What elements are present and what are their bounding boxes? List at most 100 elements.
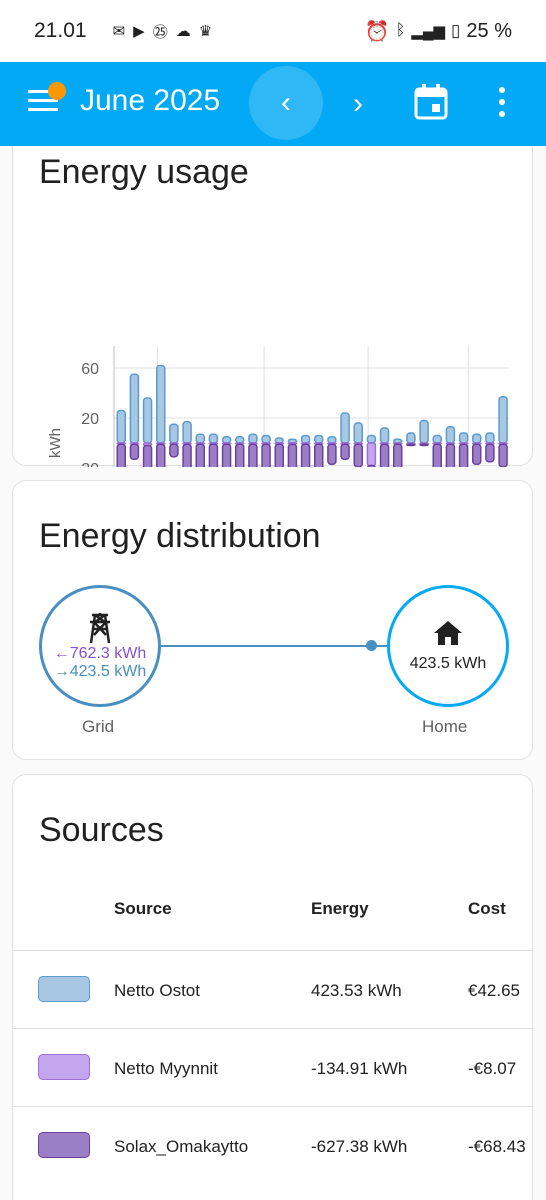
bar-netto-ostot	[366, 434, 377, 444]
table-row[interactable]: Netto Myynnit -134.91 kWh -€8.07	[13, 1028, 534, 1106]
column-cost[interactable]: Cost	[468, 899, 506, 919]
bar-netto-ostot	[458, 432, 469, 444]
source-name: Solax_Omakaytto	[114, 1137, 249, 1156]
alarm-icon: ⏰	[364, 20, 390, 43]
bar-netto-ostot	[155, 364, 166, 444]
bar-netto-ostot	[182, 421, 192, 444]
youtube-icon: ▶	[133, 23, 145, 40]
bar-solax-omakaytto	[419, 443, 429, 447]
grid-import-value: ←762.3 kWh	[53, 645, 147, 662]
grid-label: Grid	[82, 717, 115, 736]
source-color-swatch	[38, 976, 90, 1002]
bar-solax-omakaytto	[182, 443, 192, 467]
bar-netto-ostot	[327, 436, 337, 444]
bar-netto-ostot	[195, 433, 205, 444]
bar-solax-omakaytto	[261, 443, 271, 467]
bar-netto-ostot	[116, 409, 126, 444]
cloud-icon: ☁	[175, 23, 191, 40]
bar-netto-ostot	[221, 436, 232, 444]
calendar-icon	[414, 84, 448, 120]
bar-solax-omakaytto	[208, 443, 219, 467]
bar-netto-ostot	[234, 436, 245, 444]
flow-dot	[366, 640, 377, 651]
chevron-left-icon: ‹	[281, 86, 291, 119]
bar-netto-ostot	[208, 433, 219, 444]
bar-netto-ostot	[353, 422, 363, 444]
source-name: Netto Myynnit	[114, 1059, 218, 1078]
bar-solax-omakaytto	[274, 443, 284, 467]
sources-table-header: Source Energy Cost	[13, 895, 534, 950]
bar-solax-omakaytto	[458, 443, 469, 467]
signal-5g-icon: ▂▄▆	[411, 23, 446, 40]
bar-solax-omakaytto	[340, 443, 350, 460]
bar-solax-omakaytto	[327, 443, 337, 465]
bar-solax-omakaytto	[195, 443, 205, 467]
bar-netto-ostot	[471, 433, 482, 444]
bar-solax-omakaytto	[129, 443, 140, 460]
y-tick-label: 20	[81, 461, 99, 467]
sources-card: Sources Source Energy Cost Netto Ostot 4…	[12, 774, 534, 1200]
bar-solax-omakaytto	[432, 443, 442, 467]
bar-netto-ostot	[445, 426, 456, 444]
source-color-swatch	[38, 1054, 90, 1080]
dashboard-content: Energy usage 60202060kWhJun 1Jun 9Jun 17…	[0, 146, 546, 1200]
grid-node[interactable]: ←762.3 kWh →423.5 kWh	[39, 585, 161, 707]
bar-solax-omakaytto	[142, 444, 153, 467]
bar-solax-omakaytto	[116, 443, 126, 467]
source-cost: -€8.07	[468, 1059, 517, 1078]
y-axis-label: kWh	[47, 428, 64, 458]
crown-icon: ♛	[198, 23, 213, 40]
system-icons: ⏰ ᛒ ▂▄▆ ▯ 25 %	[365, 19, 512, 44]
bar-solax-omakaytto	[248, 443, 258, 467]
bar-netto-ostot	[142, 397, 153, 444]
notification-badge	[48, 82, 66, 100]
transmission-tower-icon	[89, 613, 111, 644]
energy-usage-chart[interactable]: 60202060kWhJun 1Jun 9Jun 17Jun 25	[13, 146, 534, 467]
battery-icon: ▯	[451, 21, 461, 40]
bar-netto-ostot	[498, 396, 508, 444]
y-tick-label: 60	[81, 361, 99, 378]
table-row[interactable]: Solax_Omakaytto -627.38 kWh -€68.43	[13, 1106, 534, 1184]
y-tick-label: 20	[81, 411, 99, 428]
bar-solax-omakaytto	[392, 443, 403, 467]
home-node[interactable]: 423.5 kWh	[387, 585, 509, 707]
sources-title: Sources	[39, 811, 164, 849]
next-period-button[interactable]: ›	[338, 84, 378, 124]
bar-netto-ostot	[129, 373, 140, 444]
bar-solax-omakaytto	[445, 443, 456, 467]
table-row[interactable]: Netto Ostot 423.53 kWh €42.65	[13, 950, 534, 1028]
previous-period-button[interactable]: ‹	[249, 66, 323, 140]
column-source[interactable]: Source	[114, 899, 172, 919]
badge-25-icon: ㉕	[152, 23, 168, 41]
bar-solax-omakaytto	[366, 464, 376, 467]
bar-netto-ostot	[432, 434, 442, 444]
bar-solax-omakaytto	[313, 443, 324, 467]
bar-netto-ostot	[169, 423, 179, 444]
bar-netto-ostot	[261, 434, 271, 444]
page-title: June 2025	[80, 84, 221, 117]
source-name: Netto Ostot	[114, 981, 200, 1000]
bar-solax-omakaytto	[353, 443, 363, 467]
battery-text: 25 %	[466, 19, 512, 42]
column-energy[interactable]: Energy	[311, 899, 369, 919]
bar-netto-myynnit	[366, 442, 377, 467]
bar-netto-ostot	[419, 419, 429, 444]
chevron-right-icon: ›	[353, 87, 363, 120]
source-energy: 423.53 kWh	[311, 981, 402, 1000]
more-vert-icon	[499, 87, 505, 93]
bar-solax-omakaytto	[221, 443, 232, 467]
bar-netto-ostot	[379, 427, 390, 444]
status-time: 21.01	[34, 19, 87, 42]
bar-solax-omakaytto	[379, 443, 390, 467]
calendar-button[interactable]	[414, 84, 448, 120]
bar-netto-ostot	[485, 432, 495, 444]
more-options-button[interactable]	[490, 84, 514, 120]
bar-netto-ostot	[300, 434, 311, 444]
source-energy: -134.91 kWh	[311, 1059, 408, 1078]
notification-icons: ✉ ▶ ㉕ ☁ ♛	[113, 21, 213, 42]
bar-solax-omakaytto	[406, 443, 416, 447]
app-bar: June 2025 ‹ ›	[0, 62, 546, 146]
gmail-icon: ✉	[112, 23, 126, 40]
bar-solax-omakaytto	[498, 443, 508, 467]
source-energy: -627.38 kWh	[311, 1137, 408, 1156]
